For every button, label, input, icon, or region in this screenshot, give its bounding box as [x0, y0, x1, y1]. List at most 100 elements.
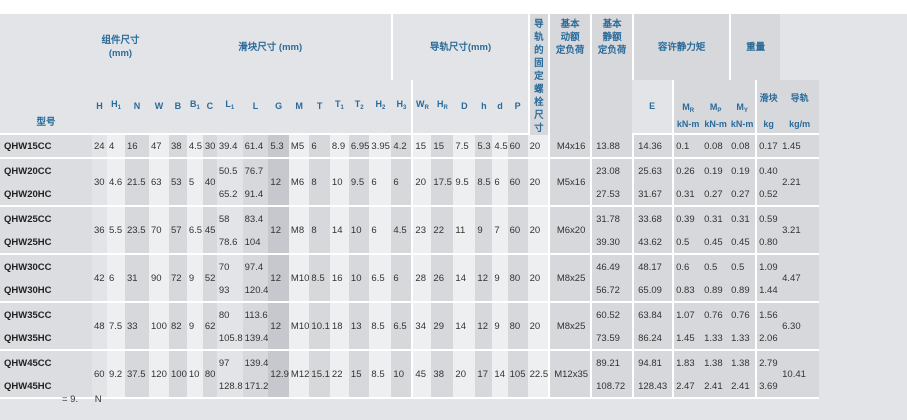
- cell-hr: 38: [431, 351, 454, 399]
- cell-b1: 9: [186, 303, 203, 351]
- cell-mp: 0.19: [702, 159, 730, 183]
- cell-p: 60: [507, 159, 528, 207]
- cell-c0: 48.17: [632, 255, 673, 279]
- cell-h3: 6.5: [391, 303, 412, 351]
- cell-t2: 6.95: [348, 135, 370, 159]
- table-row: QHW35CC 48 7.5 33 100 82 9 62 80 113.6 12 M10 10.1 18…: [0, 303, 820, 351]
- cell-g: 12.9: [268, 351, 289, 399]
- cell-h: 30: [92, 159, 107, 207]
- cell-h1: 4.6: [107, 159, 125, 207]
- sub-H1: H1: [107, 80, 125, 135]
- model-cell: QHW35CC: [0, 303, 92, 327]
- cell-mp: 0.45: [702, 231, 730, 255]
- sub-B: B: [169, 80, 187, 135]
- cell-b1: 5: [186, 159, 203, 207]
- cell-g: 12: [268, 207, 289, 255]
- cell-mp: 0.27: [702, 183, 730, 207]
- cell-l: 171.2: [242, 375, 269, 399]
- cell-m: M6: [288, 159, 310, 207]
- sub-L1: L1: [216, 80, 243, 135]
- cell-h1: 7.5: [107, 303, 125, 351]
- cell-c0: 86.24: [632, 327, 673, 351]
- cell-b1: 6.5: [186, 207, 203, 255]
- cell-l1: 93: [216, 279, 243, 303]
- cell-n: 33: [125, 303, 149, 351]
- cell-n: 31: [125, 255, 149, 303]
- sub-H2: H2: [369, 80, 392, 135]
- cell-d: 7: [492, 207, 508, 255]
- cell-mp: 0.5: [702, 255, 730, 279]
- cell-l: 104: [242, 231, 269, 255]
- cell-c-load: 27.53: [590, 183, 633, 207]
- cell-h: 8.5: [475, 159, 493, 207]
- sub-WR: WR: [411, 80, 432, 135]
- cell-d: 6: [492, 159, 508, 207]
- cell-wr: 28: [411, 255, 432, 303]
- cell-mr: 1.83: [672, 351, 703, 375]
- cell-kg: 0.52: [755, 183, 781, 207]
- model-cell: QHW15CC: [0, 135, 92, 159]
- cell-c-load: 108.72: [590, 375, 633, 399]
- cell-rail-w: 1.45: [780, 135, 820, 159]
- cell-t1: 14: [329, 207, 349, 255]
- cell-p: 105: [507, 351, 528, 399]
- cell-mr: 0.5: [672, 231, 703, 255]
- cell-hr: 15: [431, 135, 454, 159]
- header-dynamic-load: 基本 动额 定负荷: [548, 14, 591, 135]
- cell-w: 47: [149, 135, 169, 159]
- cell-my: 0.08: [729, 135, 756, 159]
- cell-b: 72: [169, 255, 187, 303]
- cell-c-load: 13.88: [590, 135, 633, 159]
- cell-b1: 4.5: [186, 135, 203, 159]
- sub-MY: MY kN-m: [729, 80, 756, 135]
- sub-H3: H3: [391, 80, 412, 135]
- cell-t2: 13: [348, 303, 370, 351]
- sub-H: H: [92, 80, 107, 135]
- cell-wr: 45: [411, 351, 432, 399]
- model-cell: QHW25CC: [0, 207, 92, 231]
- sub-N: N: [125, 80, 149, 135]
- cell-rail-w: 3.21: [780, 207, 820, 255]
- cell-c: 80: [202, 351, 217, 399]
- cell-n: 23.5: [125, 207, 149, 255]
- cell-c-load: 89.21: [590, 351, 633, 375]
- sub-C: C: [202, 80, 217, 135]
- model-cell: QHW45CC: [0, 351, 92, 375]
- cell-c0: 94.81: [632, 351, 673, 375]
- cell-bolt: M8x25: [548, 255, 591, 303]
- cell-bolt: M4x16: [548, 135, 591, 159]
- cell-h: 42: [92, 255, 107, 303]
- cell-t: 6: [309, 135, 330, 159]
- cell-kg: 0.80: [755, 231, 781, 255]
- cell-g: 12: [268, 159, 289, 207]
- sub-W: W: [149, 80, 169, 135]
- sub-T: T: [309, 80, 330, 135]
- cell-w: 63: [149, 159, 169, 207]
- cell-h: 17: [475, 351, 493, 399]
- cell-w: 100: [149, 303, 169, 351]
- cell-h2: 8.5: [369, 351, 392, 399]
- cell-w: 120: [149, 351, 169, 399]
- header-moment: 容许静力矩: [632, 14, 730, 80]
- cell-c: 45: [202, 207, 217, 255]
- sub-M: M: [288, 80, 310, 135]
- cell-t2: 10: [348, 255, 370, 303]
- cell-h: 60: [92, 351, 107, 399]
- cell-h3: 4.5: [391, 207, 412, 255]
- sub-block-weight: 滑块 kg: [755, 80, 781, 135]
- cell-t: 8.5: [309, 255, 330, 303]
- cell-kg: 1.09: [755, 255, 781, 279]
- cell-my: 0.27: [729, 183, 756, 207]
- sub-G: G: [268, 80, 289, 135]
- cell-kg: 3.69: [755, 375, 781, 399]
- cell-my: 0.76: [729, 303, 756, 327]
- cell-l: 76.7: [242, 159, 269, 183]
- cell-h: 5.3: [475, 135, 493, 159]
- cell-t: 10.1: [309, 303, 330, 351]
- cell-n: 21.5: [125, 159, 149, 207]
- sub-h: h: [475, 80, 493, 135]
- model-cell: QHW30CC: [0, 255, 92, 279]
- cell-c0: 43.62: [632, 231, 673, 255]
- cell-mr: 1.45: [672, 327, 703, 351]
- cell-my: 0.19: [729, 159, 756, 183]
